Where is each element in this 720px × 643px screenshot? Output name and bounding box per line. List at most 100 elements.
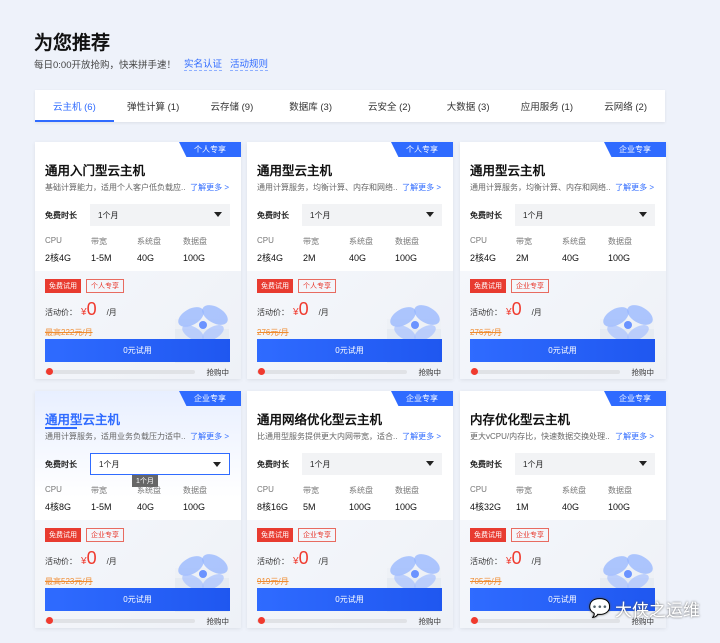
audience-badge: 企业专享 [179,391,241,406]
duration-value: 1个月 [523,459,544,469]
duration-select[interactable]: 1个月 [302,204,442,226]
spec-item: CPU 2核4G [470,236,516,264]
free-trial-button[interactable]: 0元试用 [45,339,230,362]
spec-value: 8核16G [257,502,289,512]
product-title[interactable]: 内存优化型云主机 [470,409,570,428]
duration-select[interactable]: 1个月 [90,204,230,226]
product-title[interactable]: 通用入门型云主机 [45,160,145,179]
caret-down-icon [213,462,221,467]
free-trial-button[interactable]: 0元试用 [257,588,442,611]
product-card[interactable]: 个人专享 通用型云主机 通用计算服务，均衡计算、内存和网络... 了解更多 > … [247,142,453,379]
audience-badge: 个人专享 [391,142,453,157]
original-price: 最高523元/月 [45,577,93,586]
spec-value: 2M [516,253,529,263]
duration-select[interactable]: 1个月 [515,453,655,475]
real-name-auth-link[interactable]: 实名认证 [184,56,223,71]
spec-label: CPU [470,485,487,494]
progress-bar [45,617,195,624]
price-unit: /月 [318,308,329,317]
activity-price: 活动价： ¥0/月 [470,548,542,569]
audience-tag: 企业专享 [298,528,336,542]
product-card[interactable]: 企业专享 通用型云主机 通用计算服务，适用业务负载压力适中... 了解更多 > … [35,391,241,628]
learn-more-link[interactable]: 了解更多 > [615,182,654,193]
spec-label: CPU [45,485,62,494]
learn-more-link[interactable]: 了解更多 > [615,431,654,442]
spec-item: 数据盘 100G [183,485,229,513]
duration-select[interactable]: 1个月 [515,204,655,226]
spec-value: 100G [395,253,418,263]
product-title[interactable]: 通用网络优化型云主机 [257,409,382,428]
product-title[interactable]: 通用型云主机 [470,160,545,179]
progress-bar [45,368,195,375]
page-title: 为您推荐 [34,33,111,54]
free-trial-tag: 免费试用 [470,279,506,293]
free-trial-button[interactable]: 0元试用 [45,588,230,611]
product-card[interactable]: 企业专享 通用型云主机 通用计算服务，均衡计算、内存和网络... 了解更多 > … [460,142,666,379]
tab-elastic-compute[interactable]: 弹性计算 (1) [114,90,193,122]
tab-cloud-security[interactable]: 云安全 (2) [350,90,429,122]
spec-item: CPU 4核8G [45,485,91,513]
spec-label: CPU [257,236,274,245]
learn-more-link[interactable]: 了解更多 > [402,431,441,442]
watermark: 💬 大侠之运维 [589,596,700,621]
price-value: 0 [86,548,97,568]
product-card[interactable]: 企业专享 通用网络优化型云主机 比通用型服务提供更大内网带宽，适合... 了解更… [247,391,453,628]
product-desc: 比通用型服务提供更大内网带宽，适合... [257,432,397,441]
progress-label: 抢购中 [418,368,442,377]
spec-label: 系统盘 [349,486,373,495]
tab-cloud-host[interactable]: 云主机 (6) [35,90,114,122]
spec-item: CPU 2核4G [45,236,91,264]
spec-label: CPU [470,236,487,245]
original-price: 276元/月 [470,328,502,337]
spec-label: 数据盘 [395,486,419,495]
tab-big-data[interactable]: 大数据 (3) [429,90,508,122]
caret-down-icon [426,212,434,217]
free-duration-label: 免费时长 [257,211,289,220]
duration-select[interactable]: 1个月 [90,453,230,475]
progress-label: 抢购中 [631,368,655,377]
spec-item: 带宽 5M [303,485,349,513]
learn-more-link[interactable]: 了解更多 > [402,182,441,193]
free-trial-button[interactable]: 0元试用 [470,339,655,362]
tab-database[interactable]: 数据库 (3) [271,90,350,122]
tab-app-service[interactable]: 应用服务 (1) [508,90,587,122]
free-trial-tag: 免费试用 [470,528,506,542]
tab-cloud-network[interactable]: 云网络 (2) [586,90,665,122]
spec-item: 数据盘 100G [395,485,441,513]
price-label: 活动价： [470,308,502,317]
free-duration-label: 免费时长 [470,460,502,469]
audience-tag: 个人专享 [86,279,124,293]
learn-more-link[interactable]: 了解更多 > [190,182,229,193]
free-trial-tag: 免费试用 [257,279,293,293]
product-card[interactable]: 企业专享 内存优化型云主机 更大vCPU/内存比，快速数据交换处理... 了解更… [460,391,666,628]
spec-item: 系统盘 40G [137,485,183,513]
product-title[interactable]: 通用型云主机 [257,160,332,179]
progress-indicator-icon [46,368,53,375]
spec-item: 带宽 1-5M [91,236,137,264]
progress-label: 抢购中 [206,368,230,377]
product-title[interactable]: 通用型云主机 [45,409,120,428]
spec-item: 数据盘 100G [608,236,654,264]
spec-value: 5M [303,502,316,512]
duration-select[interactable]: 1个月 [302,453,442,475]
free-trial-tag: 免费试用 [45,528,81,542]
spec-value: 100G [608,253,631,263]
product-card[interactable]: 个人专享 通用入门型云主机 基础计算能力，适用个人客户低负载应... 了解更多 … [35,142,241,379]
free-duration-label: 免费时长 [45,460,77,469]
caret-down-icon [214,212,222,217]
original-price: 276元/月 [257,328,289,337]
free-trial-button[interactable]: 0元试用 [257,339,442,362]
free-trial-tag: 免费试用 [45,279,81,293]
price-section: 免费试用 个人专享 活动价： ¥0/月 276元/月 0元试用 抢购中 [247,271,453,379]
progress-label: 抢购中 [418,617,442,626]
learn-more-link[interactable]: 了解更多 > [190,431,229,442]
activity-rules-link[interactable]: 活动规则 [230,56,269,71]
spec-value: 2M [303,253,316,263]
free-duration-label: 免费时长 [257,460,289,469]
spec-value: 40G [562,502,580,512]
tab-cloud-storage[interactable]: 云存储 (9) [193,90,272,122]
audience-tag: 个人专享 [298,279,336,293]
caret-down-icon [639,212,647,217]
spec-item: CPU 8核16G [257,485,303,513]
product-desc: 基础计算能力，适用个人客户低负载应... [45,183,185,192]
